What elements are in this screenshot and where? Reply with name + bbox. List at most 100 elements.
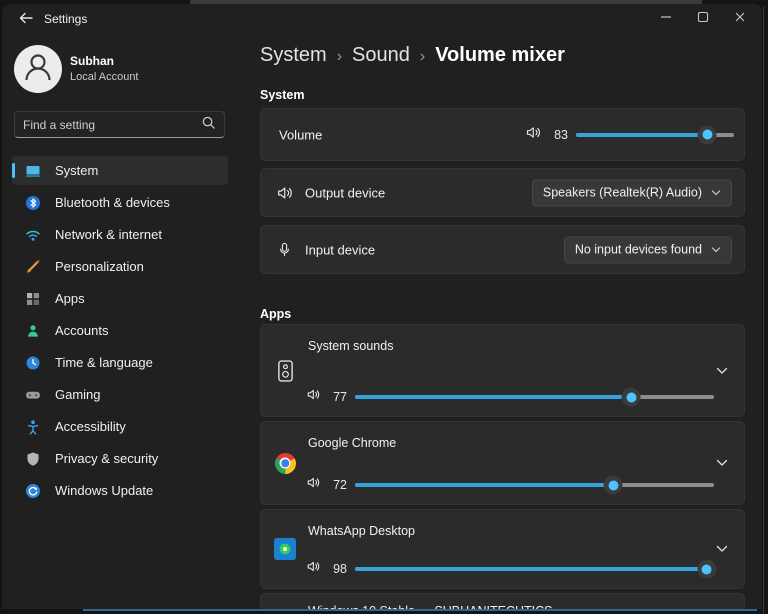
app-volume-slider[interactable] xyxy=(355,559,717,579)
chevron-down-icon xyxy=(716,362,728,380)
breadcrumb-system[interactable]: System xyxy=(260,44,327,67)
settings-window: Settings Subhan Local Account Find a set… xyxy=(2,4,762,609)
input-device-label: Input device xyxy=(305,242,376,257)
sidebar-item-label: Accounts xyxy=(55,323,109,338)
whatsapp-icon xyxy=(272,534,298,564)
wifi-icon xyxy=(25,227,41,243)
sidebar-item-label: Gaming xyxy=(55,387,101,402)
back-button[interactable] xyxy=(14,10,38,30)
app-volume-card-system-sounds: System sounds 77 xyxy=(260,324,745,417)
chevron-down-icon xyxy=(711,186,721,200)
bluetooth-icon xyxy=(25,195,41,211)
account-person-icon xyxy=(25,323,41,339)
slider-fill xyxy=(355,567,707,571)
slider-thumb[interactable] xyxy=(621,387,641,407)
speaker-icon xyxy=(306,475,321,495)
expand-button[interactable] xyxy=(712,361,732,381)
output-device-card: Output device Speakers (Realtek(R) Audio… xyxy=(260,168,745,217)
app-volume-slider[interactable] xyxy=(355,475,714,495)
sidebar-item-windows-update[interactable]: Windows Update xyxy=(12,476,228,505)
app-name: System sounds xyxy=(308,339,394,353)
user-avatar[interactable] xyxy=(14,45,62,93)
window-title: Settings xyxy=(44,12,88,26)
search-icon[interactable] xyxy=(201,115,216,135)
microphone-icon xyxy=(276,241,294,259)
app-name: Google Chrome xyxy=(308,436,397,450)
breadcrumb-sound[interactable]: Sound xyxy=(352,44,410,67)
system-volume-card: Volume 83 xyxy=(260,108,745,161)
background-window-edge xyxy=(763,6,764,614)
app-volume-value: 72 xyxy=(333,478,347,492)
volume-label: Volume xyxy=(279,127,323,142)
sidebar-item-system[interactable]: System xyxy=(12,156,228,185)
sidebar-item-gaming[interactable]: Gaming xyxy=(12,380,228,409)
chevron-down-icon xyxy=(711,243,721,257)
app-volume-value: 77 xyxy=(333,390,347,404)
output-device-value: Speakers (Realtek(R) Audio) xyxy=(542,185,702,200)
search-input[interactable] xyxy=(23,117,201,132)
slider-thumb[interactable] xyxy=(697,125,717,144)
sidebar-item-apps[interactable]: Apps xyxy=(12,284,228,313)
speaker-icon xyxy=(525,124,542,146)
sidebar-item-accounts[interactable]: Accounts xyxy=(12,316,228,345)
sidebar-item-privacy-security[interactable]: Privacy & security xyxy=(12,444,228,473)
search-box[interactable] xyxy=(14,111,225,138)
speaker-icon xyxy=(306,559,321,579)
app-volume-card-partial: Windows 10 Stable — SUBHANITECHTICS xyxy=(260,593,745,609)
sidebar-item-label: Network & internet xyxy=(55,227,162,242)
volume-value: 83 xyxy=(554,127,568,142)
volume-control: 83 xyxy=(525,109,734,160)
page-title: Volume mixer xyxy=(435,44,565,66)
app-volume-value: 98 xyxy=(333,562,347,576)
sidebar-item-label: Personalization xyxy=(55,259,144,274)
sidebar-item-network-internet[interactable]: Network & internet xyxy=(12,220,228,249)
slider-thumb[interactable] xyxy=(603,475,623,495)
chevron-down-icon xyxy=(716,454,728,472)
back-arrow-icon xyxy=(18,10,34,31)
main-content: System › Sound › Volume mixer System Vol… xyxy=(258,4,745,609)
accessibility-person-icon xyxy=(25,419,41,435)
slider-thumb[interactable] xyxy=(697,559,717,579)
user-account-type: Local Account xyxy=(70,71,139,83)
sidebar-item-label: Bluetooth & devices xyxy=(55,195,170,210)
sidebar-item-label: Time & language xyxy=(55,355,153,370)
section-header-apps: Apps xyxy=(260,307,292,321)
system-sounds-icon xyxy=(272,356,298,386)
input-device-dropdown[interactable]: No input devices found xyxy=(563,236,732,263)
output-device-dropdown[interactable]: Speakers (Realtek(R) Audio) xyxy=(531,179,732,206)
slider-fill xyxy=(576,132,708,137)
game-controller-icon xyxy=(25,387,41,403)
sidebar-item-personalization[interactable]: Personalization xyxy=(12,252,228,281)
app-volume-control: 98 xyxy=(306,559,717,579)
google-chrome-icon xyxy=(272,448,298,478)
update-arrows-icon xyxy=(25,483,41,499)
speaker-icon xyxy=(306,387,321,407)
sidebar-item-time-language[interactable]: Time & language xyxy=(12,348,228,377)
apps-grid-icon xyxy=(25,291,41,307)
chevron-right-icon: › xyxy=(336,48,343,65)
slider-fill xyxy=(355,483,614,487)
app-volume-card-google-chrome: Google Chrome 72 xyxy=(260,421,745,505)
slider-fill xyxy=(355,395,632,399)
shield-icon xyxy=(25,451,41,467)
user-name: Subhan xyxy=(70,54,114,68)
clock-icon xyxy=(25,355,41,371)
input-device-value: No input devices found xyxy=(574,242,702,257)
breadcrumb: System › Sound › Volume mixer xyxy=(260,44,565,67)
sidebar-item-label: Windows Update xyxy=(55,483,154,498)
sidebar-item-accessibility[interactable]: Accessibility xyxy=(12,412,228,441)
sidebar-nav: System Bluetooth & devices Network & int… xyxy=(12,156,228,505)
expand-button[interactable] xyxy=(712,453,732,473)
person-icon xyxy=(14,45,62,93)
app-volume-card-whatsapp-desktop: WhatsApp Desktop 98 xyxy=(260,509,745,589)
background-bottom-line xyxy=(83,609,757,611)
section-header-system: System xyxy=(260,88,305,102)
sidebar-item-bluetooth-devices[interactable]: Bluetooth & devices xyxy=(12,188,228,217)
volume-slider[interactable] xyxy=(576,125,734,144)
system-icon xyxy=(25,163,41,179)
sidebar-item-label: Privacy & security xyxy=(55,451,159,466)
expand-button[interactable] xyxy=(712,539,732,559)
app-volume-slider[interactable] xyxy=(355,387,714,407)
brush-icon xyxy=(25,259,41,275)
sidebar-item-label: Accessibility xyxy=(55,419,126,434)
